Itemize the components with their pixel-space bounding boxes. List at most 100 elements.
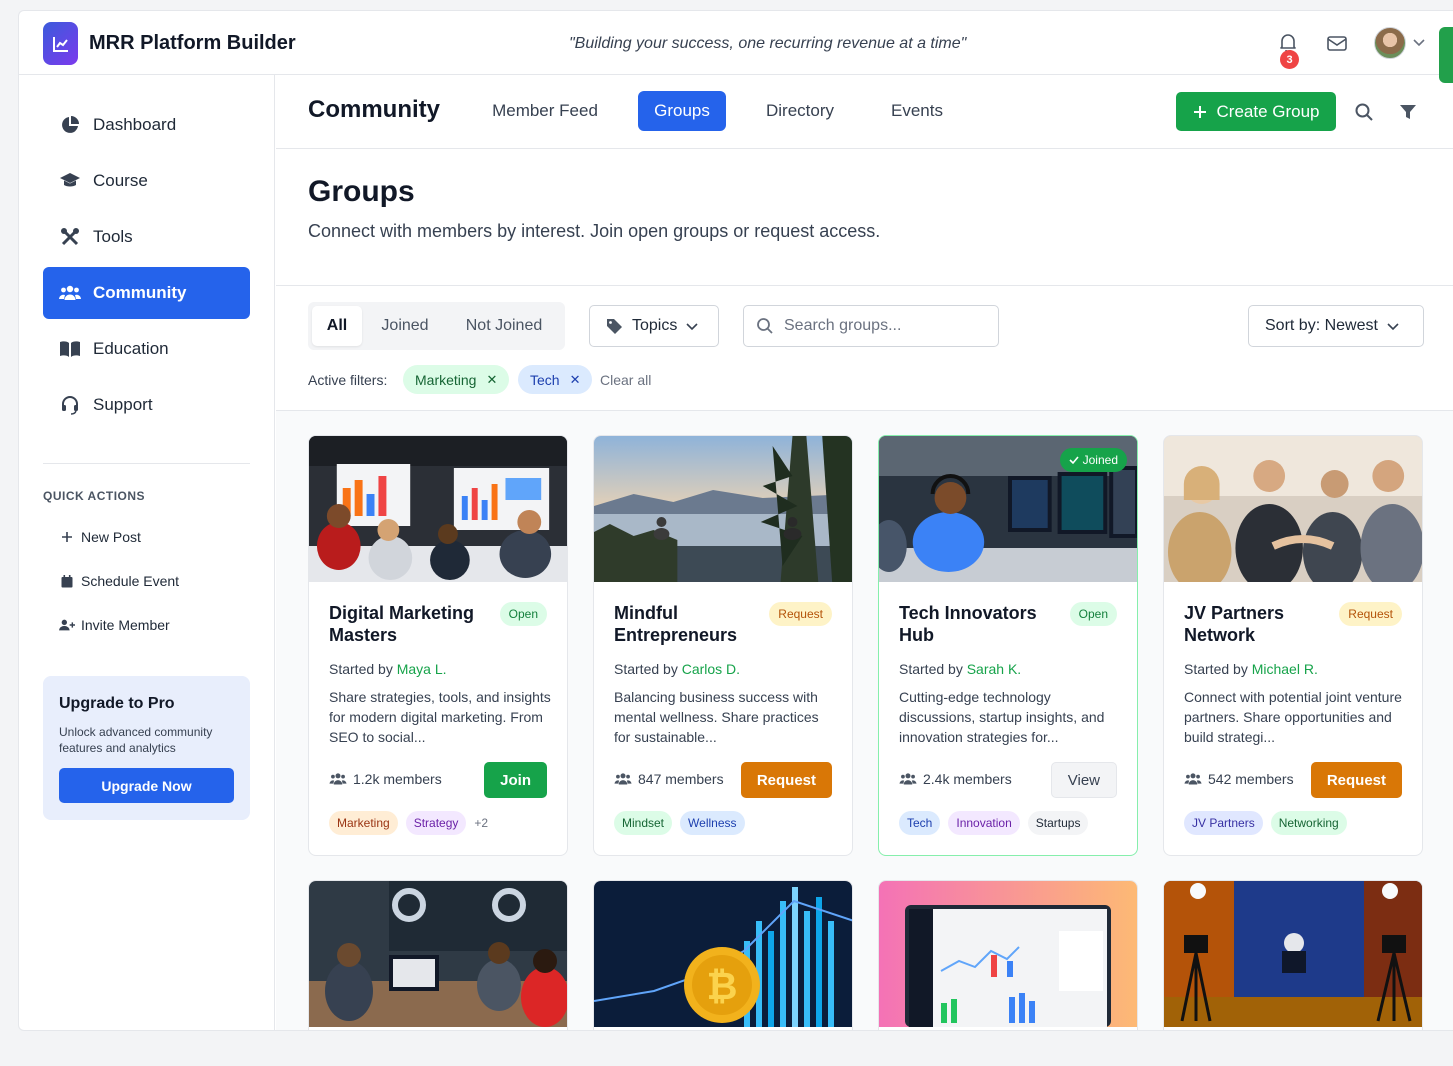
create-group-button[interactable]: Create Group <box>1176 92 1336 131</box>
group-cover-image <box>309 881 567 1027</box>
tab-groups[interactable]: Groups <box>638 91 726 131</box>
search-icon[interactable] <box>1354 102 1374 122</box>
view-button[interactable]: View <box>1050 762 1117 798</box>
group-title[interactable]: JV Partners Network <box>1184 602 1344 646</box>
segment-joined[interactable]: Joined <box>368 306 442 346</box>
app-logo[interactable] <box>43 22 78 65</box>
group-card[interactable]: Digital Marketing Masters Open Started b… <box>308 435 568 856</box>
mail-icon[interactable] <box>1326 33 1348 53</box>
tag[interactable]: Strategy <box>405 811 467 835</box>
page-description: Connect with members by interest. Join o… <box>308 221 881 241</box>
group-title[interactable]: Tech Innovators Hub <box>899 602 1059 646</box>
tab-directory[interactable]: Directory <box>750 91 850 131</box>
chevron-down-icon[interactable] <box>1412 35 1426 49</box>
filter-icon[interactable] <box>1398 102 1418 122</box>
notification-badge: 3 <box>1280 50 1299 69</box>
page-header: Groups <box>308 175 415 209</box>
tag[interactable]: Wellness <box>680 811 745 835</box>
group-founder: Started by Sarah K. <box>899 661 1021 677</box>
sidebar-item-label: Course <box>93 171 148 190</box>
group-founder: Started by Michael R. <box>1184 661 1318 677</box>
close-icon[interactable]: ✕ <box>486 372 497 388</box>
group-card[interactable]: ₿ <box>593 880 853 1030</box>
tagline: "Building your success, one recurring re… <box>569 35 967 52</box>
active-filters-label: Active filters: <box>308 372 388 388</box>
close-icon[interactable]: ✕ <box>570 372 581 388</box>
quick-action-new-post[interactable]: New Post <box>59 529 141 545</box>
request-button[interactable]: Request <box>740 762 832 798</box>
chevron-down-icon <box>1387 323 1399 331</box>
member-count: 847 members <box>614 771 724 787</box>
tag[interactable]: Innovation <box>948 811 1020 835</box>
upgrade-now-button[interactable]: Upgrade Now <box>59 768 234 803</box>
headset-icon <box>59 394 81 416</box>
sidebar-item-tools[interactable]: Tools <box>43 211 250 263</box>
clear-all-link[interactable]: Clear all <box>600 372 651 388</box>
sidebar-item-support[interactable]: Support <box>43 379 250 431</box>
tag[interactable]: Tech <box>899 811 941 835</box>
tab-member-feed[interactable]: Member Feed <box>476 91 614 131</box>
group-founder: Started by Maya L. <box>329 661 447 677</box>
founder-link[interactable]: Maya L. <box>397 661 447 677</box>
founder-link[interactable]: Sarah K. <box>967 661 1021 677</box>
segment-all[interactable]: All <box>312 306 362 346</box>
more-tags[interactable]: +2 <box>474 816 488 830</box>
group-card[interactable] <box>308 880 568 1030</box>
top-bar: MRR Platform Builder "Building your succ… <box>19 11 1453 75</box>
member-count-label: 542 members <box>1208 771 1294 787</box>
quick-action-label: Schedule Event <box>81 573 180 589</box>
sort-dropdown[interactable]: Sort by: Newest <box>1248 305 1424 347</box>
sidebar: Dashboard Course Tools Community Educati… <box>19 75 275 1030</box>
group-title[interactable]: Mindful Entrepreneurs <box>614 602 774 646</box>
group-card[interactable] <box>878 880 1138 1030</box>
join-button[interactable]: Join <box>484 762 547 798</box>
users-icon <box>59 282 81 304</box>
sidebar-item-community[interactable]: Community <box>43 267 250 319</box>
main-content: Community Member Feed Groups Directory E… <box>276 75 1453 1030</box>
group-cover-image <box>879 881 1137 1027</box>
joined-label: Joined <box>1082 453 1118 467</box>
quick-action-label: New Post <box>81 529 141 545</box>
segment-not-joined[interactable]: Not Joined <box>448 306 560 346</box>
group-card[interactable]: Mindful Entrepreneurs Request Started by… <box>593 435 853 856</box>
quick-action-invite-member[interactable]: Invite Member <box>59 617 170 633</box>
tag[interactable]: Mindset <box>614 811 673 835</box>
sidebar-item-course[interactable]: Course <box>43 155 250 207</box>
topics-label: Topics <box>632 317 678 334</box>
group-card[interactable]: JV Partners Network Request Started by M… <box>1163 435 1423 856</box>
chip-label: Tech <box>530 371 560 388</box>
tag[interactable]: Marketing <box>329 811 398 835</box>
search-groups-field[interactable] <box>743 305 999 347</box>
tab-events[interactable]: Events <box>874 91 960 131</box>
member-count: 542 members <box>1184 771 1294 787</box>
filter-chip-marketing: Marketing ✕ <box>403 365 510 394</box>
joined-badge: Joined <box>1059 448 1127 472</box>
sidebar-item-education[interactable]: Education <box>43 323 250 375</box>
status-badge: Open <box>1069 602 1117 626</box>
group-card[interactable]: Joined Tech Innovators Hub Open Started … <box>878 435 1138 856</box>
tag-list: JV Partners Networking <box>1184 811 1347 835</box>
sidebar-item-label: Dashboard <box>93 115 177 134</box>
book-icon <box>59 338 81 360</box>
tag[interactable]: JV Partners <box>1184 811 1263 835</box>
member-count-label: 1.2k members <box>353 771 442 787</box>
started-by-label: Started by <box>1184 661 1252 677</box>
search-groups-input[interactable] <box>784 317 984 335</box>
user-avatar[interactable] <box>1374 27 1406 59</box>
request-button[interactable]: Request <box>1310 762 1402 798</box>
sidebar-item-dashboard[interactable]: Dashboard <box>43 99 250 151</box>
tag-list: Tech Innovation Startups <box>899 811 1089 835</box>
group-description: Connect with potential joint venture par… <box>1184 689 1402 745</box>
group-title[interactable]: Digital Marketing Masters <box>329 602 489 646</box>
topics-dropdown[interactable]: Topics <box>589 305 719 347</box>
users-icon <box>899 773 917 785</box>
quick-action-schedule-event[interactable]: Schedule Event <box>59 573 179 589</box>
membership-segmented-control: All Joined Not Joined <box>308 302 565 350</box>
founder-link[interactable]: Carlos D. <box>682 661 740 677</box>
status-badge: Request <box>769 602 832 626</box>
tag[interactable]: Startups <box>1027 811 1089 835</box>
group-card[interactable] <box>1163 880 1423 1030</box>
founder-link[interactable]: Michael R. <box>1252 661 1318 677</box>
chip-label: Marketing <box>415 371 477 388</box>
tag[interactable]: Networking <box>1270 811 1347 835</box>
